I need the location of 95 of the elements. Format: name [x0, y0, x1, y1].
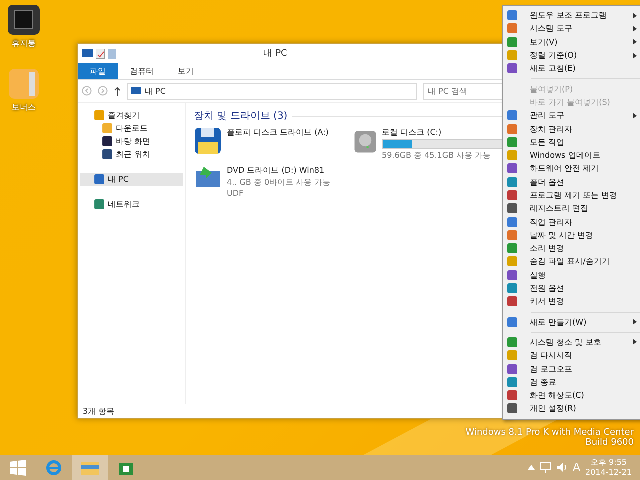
- menu-item[interactable]: Windows 업데이트: [503, 148, 640, 162]
- app-square-icon: [508, 364, 518, 374]
- app-square-icon: [508, 296, 518, 307]
- menu-item[interactable]: 소리 변경: [503, 242, 640, 256]
- app-square-icon: [508, 217, 518, 228]
- menu-item[interactable]: 전원 옵션: [503, 282, 640, 296]
- app-square-icon: [508, 404, 518, 414]
- app-square-icon: [508, 64, 518, 74]
- drive-name[interactable]: 로컬 디스크 (C:): [382, 127, 504, 138]
- menu-item[interactable]: 관리 도구: [503, 109, 640, 122]
- app-square-icon: [508, 204, 518, 214]
- menu-item[interactable]: 컴 다시시작: [503, 349, 640, 362]
- computer-icon: [131, 86, 141, 96]
- menu-item[interactable]: 커서 변경: [503, 295, 640, 309]
- windows-logo-icon: [10, 460, 26, 476]
- menu-item[interactable]: 시스템 도구: [503, 22, 640, 36]
- nav-item[interactable]: 바탕 화면: [80, 135, 183, 148]
- nav-item[interactable]: 즐겨찾기: [80, 109, 183, 122]
- status-text: 3개 항목: [83, 406, 115, 416]
- app-square-icon: [508, 390, 518, 401]
- app-square-icon: [508, 24, 518, 34]
- app-square-icon: [508, 150, 518, 161]
- menu-item[interactable]: 윈도우 보조 프로그램: [503, 9, 640, 22]
- edition-text: Windows 8.1 Pro K with Media Center: [466, 428, 634, 438]
- menu-item[interactable]: 작업 관리자: [503, 215, 640, 229]
- app-square-icon: [508, 230, 518, 240]
- nav-item[interactable]: 최근 위치: [80, 148, 183, 161]
- group-header[interactable]: 장치 및 드라이브 (3): [194, 109, 288, 123]
- menu-item[interactable]: 시스템 청소 및 보호: [503, 336, 640, 350]
- menu-item[interactable]: 모든 작업: [503, 136, 640, 149]
- app-square-icon: [508, 110, 518, 121]
- menu-item[interactable]: 레지스트리 편집: [503, 202, 640, 216]
- chevron-up-icon[interactable]: [528, 465, 535, 470]
- folder-icon[interactable]: [7, 68, 41, 100]
- app-square-icon: [508, 317, 518, 328]
- submenu-arrow-icon: [633, 319, 637, 326]
- menu-item[interactable]: 프로그램 제거 또는 변경: [503, 188, 640, 202]
- menu-item[interactable]: 폴더 옵션: [503, 176, 640, 189]
- up-arrow-icon[interactable]: [114, 86, 121, 96]
- submenu-arrow-icon: [633, 112, 637, 119]
- submenu-arrow-icon: [633, 39, 637, 46]
- ribbon-tab[interactable]: 파일: [78, 63, 118, 79]
- bin-icon[interactable]: [7, 4, 41, 36]
- app-square-icon: [508, 270, 518, 280]
- speaker-icon[interactable]: [556, 462, 568, 473]
- computer-icon[interactable]: [82, 48, 93, 58]
- app-square-icon: [508, 50, 518, 61]
- menu-item[interactable]: 숨김 파일 표시/숨기기: [503, 255, 640, 269]
- app-square-icon: [508, 350, 518, 361]
- menu-item[interactable]: 정렬 기준(O): [503, 48, 640, 62]
- menu-item[interactable]: 장치 관리자: [503, 122, 640, 136]
- ribbon-tab[interactable]: 보기: [166, 63, 206, 79]
- app-square-icon: [508, 377, 518, 388]
- menu-item[interactable]: 컴 종료: [503, 376, 640, 390]
- app-square-icon: [508, 124, 518, 134]
- nav-item[interactable]: 다운로드: [80, 122, 183, 135]
- app-square-icon: [508, 177, 518, 188]
- app-square-icon: [508, 164, 518, 174]
- drive-name[interactable]: 플로피 디스크 드라이브 (A:): [227, 127, 329, 138]
- path-segment[interactable]: 내 PC: [145, 86, 166, 96]
- drive-name[interactable]: DVD 드라이브 (D:) Win81: [227, 165, 331, 176]
- drive-space: 59.6GB 중 45.1GB 사용 가능: [382, 150, 492, 161]
- submenu-arrow-icon: [633, 339, 637, 346]
- drive-space: 4.. GB 중 0바이트 사용 가능: [227, 177, 331, 188]
- menu-item[interactable]: 날짜 및 시간 변경: [503, 228, 640, 242]
- menu-item[interactable]: 보기(V): [503, 36, 640, 49]
- app-square-icon: [508, 37, 518, 48]
- back-icon[interactable]: [82, 86, 92, 96]
- menu-item[interactable]: 새로 만들기(W): [503, 316, 640, 329]
- address-bar[interactable]: 내 PC: [127, 82, 417, 100]
- edition-text: Build 9600: [586, 438, 634, 448]
- dvd-drive-icon: [194, 165, 222, 189]
- app-square-icon: [508, 137, 518, 148]
- app-square-icon: [508, 244, 518, 254]
- submenu-arrow-icon: [633, 52, 637, 59]
- folder-icon: [80, 460, 100, 476]
- app-square-icon: [508, 190, 518, 200]
- app-square-icon: [508, 256, 518, 267]
- forward-icon[interactable]: [98, 86, 108, 96]
- menu-item[interactable]: 실행: [503, 268, 640, 282]
- nav-item[interactable]: 내 PC: [80, 173, 183, 186]
- browser-e-icon: [45, 458, 63, 476]
- menu-item[interactable]: 화면 해상도(C): [503, 389, 640, 402]
- app-square-icon: [508, 284, 518, 294]
- menu-item[interactable]: 새로 고침(E): [503, 62, 640, 76]
- file-system: UDF: [227, 189, 245, 198]
- menu-item[interactable]: 하드웨어 안전 제거: [503, 162, 640, 176]
- window-title: 내 PC: [262, 48, 288, 60]
- menu-item[interactable]: 컴 로그오프: [503, 362, 640, 376]
- app-square-icon: [508, 337, 518, 348]
- nav-item[interactable]: 네트워크: [80, 198, 183, 211]
- app-square-icon: [508, 10, 518, 21]
- ribbon-tab[interactable]: 컴퓨터: [118, 63, 166, 79]
- menu-item[interactable]: 개인 설정(R): [503, 402, 640, 416]
- taskbar-app[interactable]: [72, 455, 108, 480]
